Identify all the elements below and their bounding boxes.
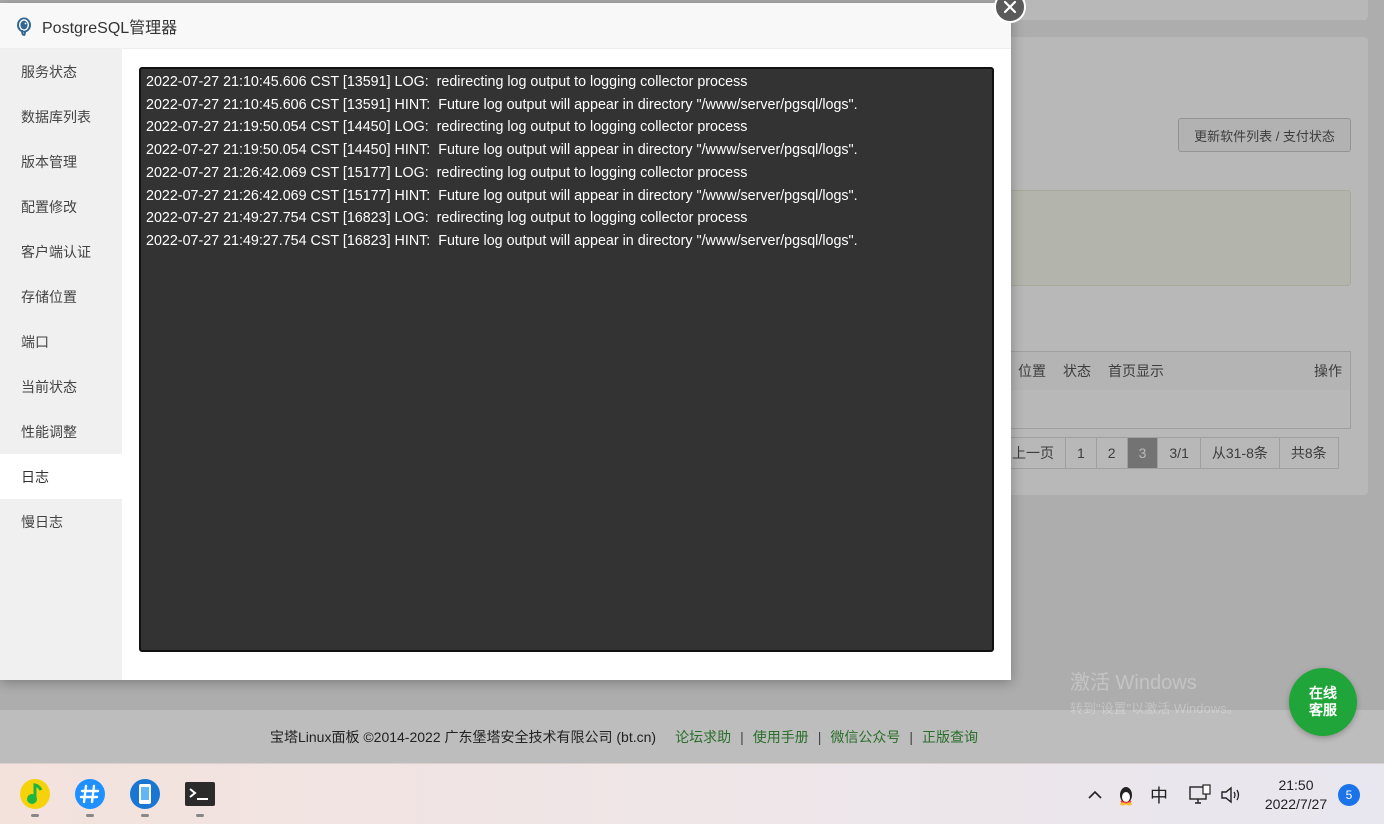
qq-tray-icon[interactable] (1116, 764, 1136, 824)
sidebar-item-logs[interactable]: 日志 (0, 454, 122, 499)
support-label-line2: 客服 (1309, 702, 1337, 718)
log-output-textarea[interactable]: 2022-07-27 21:10:45.606 CST [13591] LOG:… (139, 67, 994, 652)
log-line: 2022-07-27 21:49:27.754 CST [16823] LOG:… (146, 210, 748, 227)
sidebar-item-service-status[interactable]: 服务状态 (0, 49, 122, 94)
phone-app-icon[interactable] (129, 778, 161, 810)
log-line: 2022-07-27 21:26:42.069 CST [15177] HINT… (146, 187, 858, 204)
sidebar-item-version-management[interactable]: 版本管理 (0, 139, 122, 184)
footer-link-wechat[interactable]: 微信公众号 (830, 727, 900, 747)
footer-separator: | (740, 728, 744, 745)
sidebar-item-current-status[interactable]: 当前状态 (0, 364, 122, 409)
manager-sidebar: 服务状态 数据库列表 版本管理 配置修改 客户端认证 存储位置 端口 当前状态 … (0, 49, 122, 680)
online-support-button[interactable]: 在线 客服 (1289, 668, 1357, 736)
sidebar-item-client-auth[interactable]: 客户端认证 (0, 229, 122, 274)
sidebar-item-port[interactable]: 端口 (0, 319, 122, 364)
network-icon (1189, 783, 1211, 804)
close-icon (1003, 0, 1017, 14)
log-line: 2022-07-27 21:10:45.606 CST [13591] HINT… (146, 96, 858, 113)
speaker-icon (1221, 786, 1240, 803)
log-line: 2022-07-27 21:26:42.069 CST [15177] LOG:… (146, 164, 748, 181)
footer-link-license-check[interactable]: 正版查询 (922, 727, 978, 747)
footer-separator: | (909, 728, 913, 745)
clock-time: 21:50 (1278, 777, 1314, 793)
hash-app-running-indicator (86, 814, 94, 817)
footer-copyright: 宝塔Linux面板 ©2014-2022 广东堡塔安全技术有限公司 (bt.cn… (269, 728, 657, 745)
music-app-running-indicator (31, 814, 39, 817)
support-label-line1: 在线 (1309, 685, 1337, 701)
watermark-line2: 转到"设置"以激活 Windows。 (1070, 701, 1240, 716)
log-line: 2022-07-27 21:19:50.054 CST [14450] HINT… (146, 142, 858, 159)
footer-separator: | (817, 728, 822, 745)
system-clock[interactable]: 21:50 2022/7/27 (1258, 776, 1334, 814)
terminal-app-running-indicator (196, 814, 204, 817)
log-line: 2022-07-27 21:10:45.606 CST [13591] LOG:… (146, 74, 748, 90)
notification-count-badge[interactable]: 5 (1338, 784, 1360, 806)
postgresql-manager-dialog: PostgreSQL管理器 服务状态 数据库列表 版本管理 配置修改 客户端认证… (0, 0, 1026, 680)
footer-link-manual[interactable]: 使用手册 (753, 727, 809, 747)
sidebar-item-database-list[interactable]: 数据库列表 (0, 94, 122, 139)
taskbar: 中 21:50 2022/7/27 (0, 763, 1384, 824)
dialog-header: PostgreSQL管理器 (0, 3, 1011, 49)
clock-date: 2022/7/27 (1264, 796, 1328, 812)
terminal-app-icon[interactable] (184, 778, 216, 810)
log-line: 2022-07-27 21:49:27.754 CST [16823] HINT… (146, 232, 858, 249)
log-line: 2022-07-27 21:19:50.054 CST [14450] LOG:… (146, 119, 748, 136)
input-method-indicator[interactable]: 中 (1150, 764, 1168, 824)
network-tray-icon[interactable] (1188, 764, 1212, 824)
dialog-title: PostgreSQL管理器 (42, 19, 178, 37)
sidebar-item-slow-logs[interactable]: 慢日志 (0, 499, 122, 544)
phone-app-running-indicator (141, 814, 149, 817)
music-app-icon[interactable] (19, 778, 51, 810)
sidebar-item-config-edit[interactable]: 配置修改 (0, 184, 122, 229)
sidebar-item-storage-location[interactable]: 存储位置 (0, 274, 122, 319)
qq-penguin-icon (1120, 786, 1132, 805)
windows-activation-watermark: 激活 Windows 转到"设置"以激活 Windows。 (1070, 670, 1240, 722)
footer-link-forum[interactable]: 论坛求助 (675, 727, 731, 747)
watermark-line1: 激活 Windows (1070, 672, 1197, 694)
volume-tray-icon[interactable] (1220, 764, 1242, 824)
hash-app-icon[interactable] (74, 778, 106, 810)
sidebar-item-performance-tuning[interactable]: 性能调整 (0, 409, 122, 454)
postgresql-elephant-icon (17, 17, 31, 36)
chevron-up-icon (1088, 790, 1102, 799)
show-hidden-icons-button[interactable] (1086, 764, 1104, 824)
